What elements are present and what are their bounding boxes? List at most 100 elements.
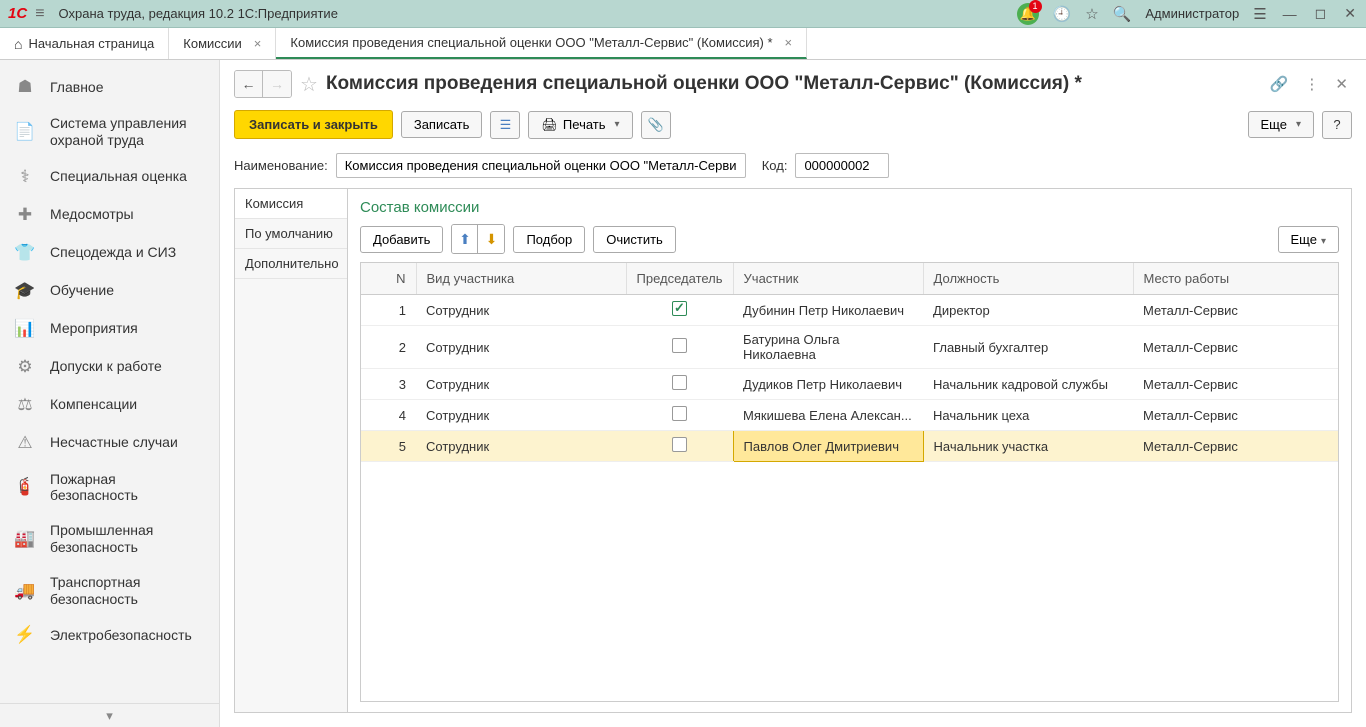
vtab-additional[interactable]: Дополнительно: [235, 249, 347, 279]
tab-commissions[interactable]: Комиссии ×: [169, 28, 276, 59]
tab-commission-detail[interactable]: Комиссия проведения специальной оценки О…: [276, 28, 807, 59]
cell-chair[interactable]: [626, 431, 733, 462]
sidebar-item-13[interactable]: ⚡Электробезопасность: [0, 616, 219, 654]
th-type[interactable]: Вид участника: [416, 263, 626, 295]
chair-checkbox[interactable]: [672, 301, 687, 316]
nav-label: Несчастные случаи: [50, 434, 178, 451]
cell-chair[interactable]: [626, 369, 733, 400]
th-n[interactable]: N: [361, 263, 416, 295]
sidebar-item-8[interactable]: ⚖Компенсации: [0, 386, 219, 424]
print-button[interactable]: 🖨Печать: [528, 111, 632, 139]
cell-member[interactable]: Дубинин Петр Николаевич: [733, 295, 923, 326]
form-row: Наименование: Код:: [220, 149, 1366, 188]
select-button[interactable]: Подбор: [513, 226, 585, 253]
table-row[interactable]: 5СотрудникПавлов Олег ДмитриевичНачальни…: [361, 431, 1338, 462]
chair-checkbox[interactable]: [672, 406, 687, 421]
panel: Состав комиссии Добавить ⬆ ⬇ Подбор Очис…: [347, 188, 1352, 713]
cell-chair[interactable]: [626, 400, 733, 431]
table-row[interactable]: 3СотрудникДудиков Петр НиколаевичНачальн…: [361, 369, 1338, 400]
sidebar-item-7[interactable]: ⚙Допуски к работе: [0, 348, 219, 386]
sidebar-item-1[interactable]: 📄Система управления охраной труда: [0, 106, 219, 158]
sidebar-item-4[interactable]: 👕Спецодежда и СИЗ: [0, 234, 219, 272]
nav-icon: ⚡: [14, 625, 36, 645]
history-icon[interactable]: 🕘: [1053, 5, 1072, 23]
close-icon[interactable]: ×: [254, 36, 262, 51]
cell-workplace: Металл-Сервис: [1133, 326, 1338, 369]
table-row[interactable]: 1СотрудникДубинин Петр НиколаевичДиректо…: [361, 295, 1338, 326]
nav-label: Спецодежда и СИЗ: [50, 244, 176, 261]
cell-chair[interactable]: [626, 326, 733, 369]
cell-chair[interactable]: [626, 295, 733, 326]
nav-label: Система управления охраной труда: [50, 115, 205, 149]
minimize-button[interactable]: —: [1281, 6, 1299, 22]
sidebar-item-9[interactable]: ⚠Несчастные случаи: [0, 424, 219, 462]
clear-button[interactable]: Очистить: [593, 226, 676, 253]
vertical-tabs: Комиссия По умолчанию Дополнительно: [234, 188, 347, 713]
help-button[interactable]: ?: [1322, 111, 1352, 139]
cell-workplace: Металл-Сервис: [1133, 400, 1338, 431]
sidebar-more[interactable]: ▾: [0, 703, 219, 727]
table-row[interactable]: 2СотрудникБатурина Ольга НиколаевнаГлавн…: [361, 326, 1338, 369]
sidebar-item-12[interactable]: 🚚Транспортная безопасность: [0, 565, 219, 617]
kebab-icon[interactable]: ⋮: [1300, 75, 1323, 93]
cell-member[interactable]: Дудиков Петр Николаевич: [733, 369, 923, 400]
sidebar-item-5[interactable]: 🎓Обучение: [0, 272, 219, 310]
vtab-commission[interactable]: Комиссия: [235, 189, 347, 219]
cell-type: Сотрудник: [416, 431, 626, 462]
add-button[interactable]: Добавить: [360, 226, 443, 253]
save-button[interactable]: Записать: [401, 111, 483, 138]
name-input[interactable]: [336, 153, 746, 178]
settings-icon[interactable]: ☰: [1253, 5, 1266, 23]
forward-button[interactable]: →: [263, 71, 291, 97]
move-up-button[interactable]: ⬆: [452, 225, 478, 253]
cell-member[interactable]: Батурина Ольга Николаевна: [733, 326, 923, 369]
nav-back-forward: ← →: [234, 70, 292, 98]
sidebar-item-6[interactable]: 📊Мероприятия: [0, 310, 219, 348]
sidebar-item-0[interactable]: ☗Главное: [0, 68, 219, 106]
close-icon[interactable]: ×: [785, 35, 793, 50]
name-label: Наименование:: [234, 158, 328, 173]
link-icon[interactable]: 🔗: [1266, 75, 1293, 93]
chair-checkbox[interactable]: [672, 375, 687, 390]
back-button[interactable]: ←: [235, 71, 263, 97]
move-down-button[interactable]: ⬇: [478, 225, 504, 253]
print-icon: 🖨: [541, 117, 558, 133]
user-label[interactable]: Администратор: [1145, 6, 1239, 21]
tab-home[interactable]: ⌂ Начальная страница: [0, 28, 169, 59]
maximize-button[interactable]: ◻: [1313, 5, 1329, 22]
favorite-icon[interactable]: ☆: [1085, 5, 1098, 23]
th-workplace[interactable]: Место работы: [1133, 263, 1338, 295]
chair-checkbox[interactable]: [672, 338, 687, 353]
menu-icon[interactable]: ≡: [35, 5, 44, 23]
nav-label: Компенсации: [50, 396, 137, 413]
nav-label: Транспортная безопасность: [50, 574, 205, 608]
sidebar-item-3[interactable]: ✚Медосмотры: [0, 196, 219, 234]
more-button[interactable]: Еще: [1248, 111, 1314, 138]
cell-member[interactable]: Мякишева Елена Алексан...: [733, 400, 923, 431]
table-row[interactable]: 4СотрудникМякишева Елена Алексан...Начал…: [361, 400, 1338, 431]
table-wrap: N Вид участника Председатель Участник До…: [360, 262, 1339, 702]
close-window-button[interactable]: ✕: [1342, 5, 1358, 22]
sidebar-item-10[interactable]: 🧯Пожарная безопасность: [0, 462, 219, 514]
vtab-default[interactable]: По умолчанию: [235, 219, 347, 249]
attachment-button[interactable]: 📎: [641, 111, 671, 139]
search-icon[interactable]: 🔍: [1113, 5, 1132, 23]
sidebar-item-2[interactable]: ⚕Специальная оценка: [0, 158, 219, 196]
th-member[interactable]: Участник: [733, 263, 923, 295]
star-icon[interactable]: ☆: [300, 72, 318, 97]
list-view-button[interactable]: ☰: [490, 111, 520, 139]
th-chair[interactable]: Председатель: [626, 263, 733, 295]
nav-label: Специальная оценка: [50, 168, 187, 185]
code-input[interactable]: [795, 153, 889, 178]
cell-n: 1: [361, 295, 416, 326]
close-page-icon[interactable]: ✕: [1331, 75, 1352, 93]
tab-label: Комиссия проведения специальной оценки О…: [290, 35, 772, 50]
notification-badge[interactable]: 🔔: [1017, 3, 1039, 25]
th-position[interactable]: Должность: [923, 263, 1133, 295]
panel-more-button[interactable]: Еще: [1278, 226, 1339, 253]
cell-member[interactable]: Павлов Олег Дмитриевич: [733, 431, 923, 462]
sidebar-item-11[interactable]: 🏭Промышленная безопасность: [0, 513, 219, 565]
move-buttons: ⬆ ⬇: [451, 224, 505, 254]
save-close-button[interactable]: Записать и закрыть: [234, 110, 393, 139]
chair-checkbox[interactable]: [672, 437, 687, 452]
